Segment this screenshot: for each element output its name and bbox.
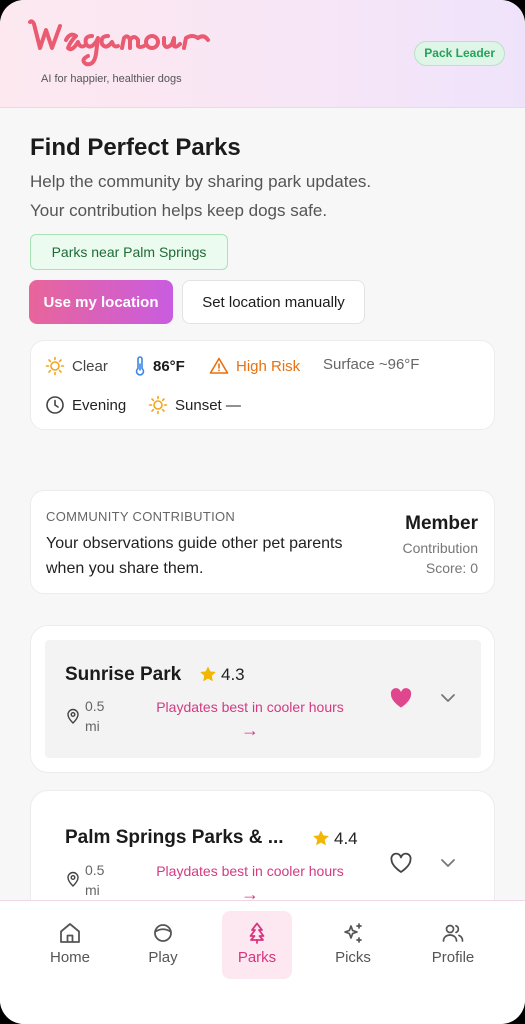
park-card[interactable]: Palm Springs Parks & ... 4.4 0.5 mi Play…	[30, 790, 495, 900]
nav-item-parks[interactable]: Parks	[222, 911, 292, 979]
community-label: COMMUNITY CONTRIBUTION	[46, 509, 236, 524]
heart-filled-icon[interactable]	[389, 687, 413, 709]
parks-near-chip: Parks near Palm Springs	[30, 234, 228, 270]
app-header: wagamour AI for happier, healthier dogs …	[0, 0, 525, 108]
nav-item-picks[interactable]: Picks	[318, 911, 388, 979]
weather-condition: Clear	[45, 356, 108, 376]
member-rank: Member	[405, 513, 478, 534]
weather-time: Evening	[45, 395, 126, 415]
sun-icon	[45, 356, 65, 376]
sparkles-icon	[344, 923, 362, 943]
community-contribution-card: COMMUNITY CONTRIBUTION Your observations…	[30, 490, 495, 594]
weather-sunset: Sunset —	[148, 395, 241, 415]
page-subtitle-1: Help the community by sharing park updat…	[30, 172, 372, 191]
temperature-text: 86°F	[153, 357, 185, 375]
contribution-score: Contribution Score: 0	[368, 538, 479, 578]
community-text: Your observations guide other pet parent…	[46, 535, 343, 577]
main-content[interactable]: Find Perfect Parks Help the community by…	[0, 108, 525, 900]
brand-tagline: AI for happier, healthier dogs	[41, 73, 182, 85]
nav-label-profile: Profile	[431, 949, 475, 966]
park-distance-value: 0.5	[85, 698, 105, 714]
page-subtitle-2: Your contribution helps keep dogs safe.	[30, 201, 328, 220]
park-distance: 0.5 mi	[85, 696, 104, 736]
park-tip-text: Playdates best in cooler hours	[156, 863, 344, 879]
map-pin-icon	[67, 871, 79, 887]
wagamour-logo[interactable]: wagamour	[26, 14, 212, 70]
chevron-down-icon[interactable]	[439, 855, 457, 871]
chevron-down-icon[interactable]	[439, 690, 457, 706]
park-tip-arrow: →	[241, 884, 259, 900]
thermometer-icon	[135, 356, 145, 376]
park-distance-value: 0.5	[85, 862, 105, 878]
pack-leader-badge: Pack Leader	[414, 41, 505, 66]
nav-label-picks: Picks	[335, 949, 371, 966]
weather-risk: High Risk	[209, 356, 300, 376]
bottom-nav: Home Play Parks Picks Profile	[0, 900, 525, 1024]
nav-label-home: Home	[49, 949, 90, 966]
clock-icon	[46, 396, 64, 414]
surface-text: Surface ~96°F	[323, 356, 420, 373]
park-rating: 4.4	[334, 829, 358, 848]
park-tip-text: Playdates best in cooler hours	[156, 699, 344, 715]
park-card[interactable]: Sunrise Park 4.3 0.5 mi Playdates best i	[30, 625, 495, 773]
nav-label-parks: Parks	[237, 949, 277, 966]
heart-outline-icon[interactable]	[389, 852, 413, 874]
sunset-text: Sunset —	[175, 396, 241, 414]
weather-temperature: 86°F	[134, 356, 185, 376]
app-screen: wagamour AI for happier, healthier dogs …	[0, 0, 525, 1024]
ball-icon	[154, 924, 172, 942]
star-icon	[313, 830, 329, 846]
nav-item-profile[interactable]: Profile	[418, 911, 488, 979]
sunset-icon	[148, 395, 168, 415]
risk-text: High Risk	[236, 357, 301, 375]
park-card-body[interactable]: Sunrise Park 4.3 0.5 mi Playdates best i	[45, 640, 481, 758]
use-my-location-button[interactable]: Use my location	[29, 280, 173, 324]
map-pin-icon	[67, 708, 79, 724]
users-icon	[442, 924, 464, 942]
warning-icon	[209, 357, 229, 374]
park-name[interactable]: Sunrise Park	[65, 664, 181, 686]
park-tip[interactable]: Playdates best in cooler hours →	[135, 696, 365, 742]
weather-card: Clear 86°F High Risk Surface ~96°F Eveni…	[30, 340, 495, 430]
contribution-score-label: Contribution	[402, 540, 479, 556]
tree-icon	[249, 922, 265, 944]
nav-label-play: Play	[148, 949, 178, 966]
park-distance: 0.5 mi	[85, 860, 104, 900]
star-icon	[200, 666, 216, 682]
page-title: Find Perfect Parks	[30, 134, 241, 161]
park-tip-arrow: →	[241, 720, 259, 740]
park-name[interactable]: Palm Springs Parks & ...	[65, 827, 305, 849]
park-distance-unit: mi	[85, 718, 100, 734]
nav-item-play[interactable]: Play	[128, 911, 198, 979]
set-location-manually-button[interactable]: Set location manually	[182, 280, 365, 324]
park-tip[interactable]: Playdates best in cooler hours →	[135, 860, 365, 900]
weather-surface: Surface ~96°F	[323, 356, 419, 373]
contribution-score-value: Score: 0	[425, 560, 478, 576]
nav-item-home[interactable]: Home	[35, 911, 105, 979]
park-rating: 4.3	[221, 665, 245, 684]
condition-text: Clear	[72, 357, 108, 375]
park-distance-unit: mi	[85, 882, 100, 898]
time-of-day-text: Evening	[72, 396, 127, 414]
home-icon	[60, 923, 80, 943]
